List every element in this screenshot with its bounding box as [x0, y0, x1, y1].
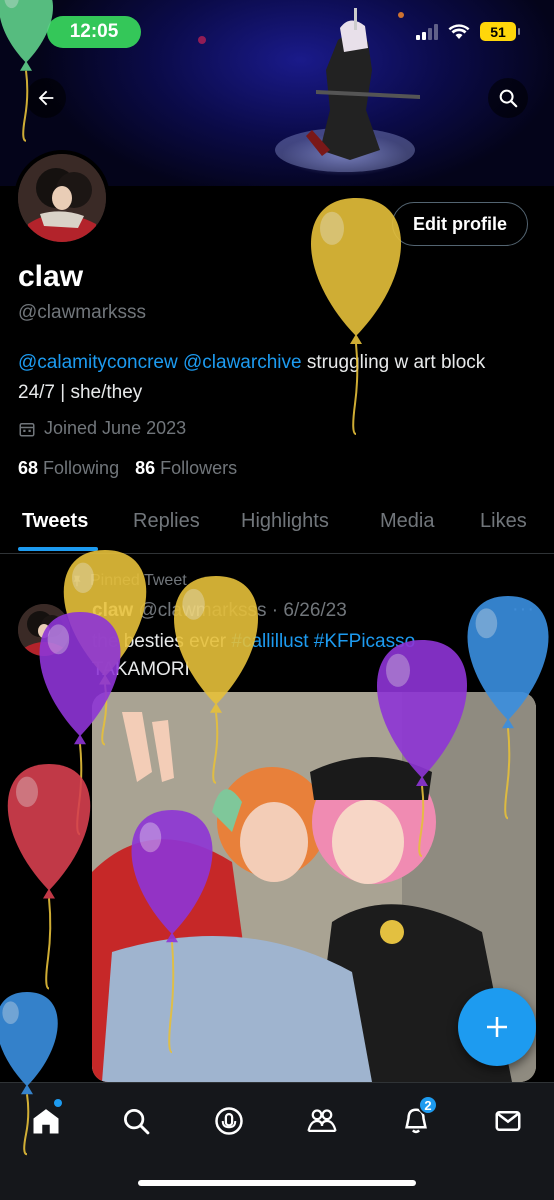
tweet-author-name[interactable]: claw: [92, 600, 133, 621]
communities-icon: [307, 1109, 337, 1132]
tab-highlights[interactable]: Highlights: [241, 510, 329, 533]
joined-date: Joined June 2023: [18, 418, 186, 439]
nav-home[interactable]: [24, 1099, 68, 1143]
nav-messages[interactable]: [486, 1099, 530, 1143]
bio-mention-link[interactable]: @clawarchive: [183, 352, 302, 373]
status-time: 12:05: [47, 16, 141, 48]
tweet-author-avatar[interactable]: [18, 604, 70, 656]
search-button[interactable]: [488, 78, 528, 118]
tweet-header: claw @clawmarksss · 6/26/23: [92, 600, 347, 621]
tweet-text: the besties ever #callillust #KFPicasso …: [92, 631, 416, 680]
active-tab-indicator: [18, 547, 98, 551]
wifi-icon: [448, 23, 470, 39]
pin-icon: [73, 575, 81, 587]
plus-icon: [487, 1017, 507, 1037]
tab-tweets[interactable]: Tweets: [22, 510, 88, 533]
home-indicator-bar: [138, 1180, 416, 1186]
status-icons: 51: [416, 22, 520, 41]
tab-replies[interactable]: Replies: [133, 510, 200, 533]
tweet-date: 6/26/23: [283, 600, 347, 621]
hashtag-link[interactable]: #KFPicasso: [314, 631, 415, 652]
more-options-icon[interactable]: ···: [512, 598, 535, 621]
nav-search[interactable]: [114, 1099, 158, 1143]
profile-bio: @calamityconcrew @clawarchive struggling…: [18, 348, 518, 408]
nav-communities[interactable]: [300, 1099, 344, 1143]
followers-link[interactable]: 86 Followers: [135, 458, 237, 479]
cellular-signal-icon: [416, 23, 438, 40]
joined-label: Joined June 2023: [44, 418, 187, 438]
battery-indicator: 51: [480, 22, 520, 41]
calendar-icon: [19, 422, 35, 436]
tweet-author-handle: @clawmarksss: [138, 600, 267, 621]
spaces-icon: [215, 1107, 243, 1135]
following-link[interactable]: 68 Following: [18, 458, 119, 479]
tweet-avatar-artwork: [18, 604, 70, 656]
search-icon: [499, 89, 518, 108]
nav-notifications[interactable]: 2: [394, 1095, 438, 1143]
home-unread-dot: [54, 1099, 62, 1107]
profile-avatar[interactable]: [14, 150, 110, 246]
profile-tabs: Tweets Replies Highlights Media Likes: [0, 496, 554, 554]
tab-likes[interactable]: Likes: [480, 510, 527, 533]
envelope-icon: [495, 1111, 521, 1131]
profile-handle: @clawmarksss: [18, 302, 147, 323]
nav-spaces[interactable]: [207, 1099, 251, 1143]
compose-tweet-button[interactable]: [458, 988, 536, 1066]
follow-stats: 68 Following 86 Followers: [18, 458, 237, 479]
notifications-badge: 2: [418, 1095, 438, 1115]
profile-display-name: claw: [18, 260, 84, 293]
edit-profile-button[interactable]: Edit profile: [392, 202, 528, 246]
avatar-artwork: [18, 154, 106, 242]
hashtag-link[interactable]: #callillust: [231, 631, 308, 652]
home-icon: [33, 1109, 59, 1134]
tab-media[interactable]: Media: [380, 510, 434, 533]
status-bar: 12:05 51: [0, 0, 554, 62]
bio-mention-link[interactable]: @calamityconcrew: [18, 352, 178, 373]
search-icon: [124, 1109, 150, 1135]
balloon: [7, 764, 91, 990]
arrow-left-icon: [38, 90, 54, 106]
back-button[interactable]: [26, 78, 66, 118]
pinned-tweet-label: Pinned Tweet: [70, 572, 187, 590]
